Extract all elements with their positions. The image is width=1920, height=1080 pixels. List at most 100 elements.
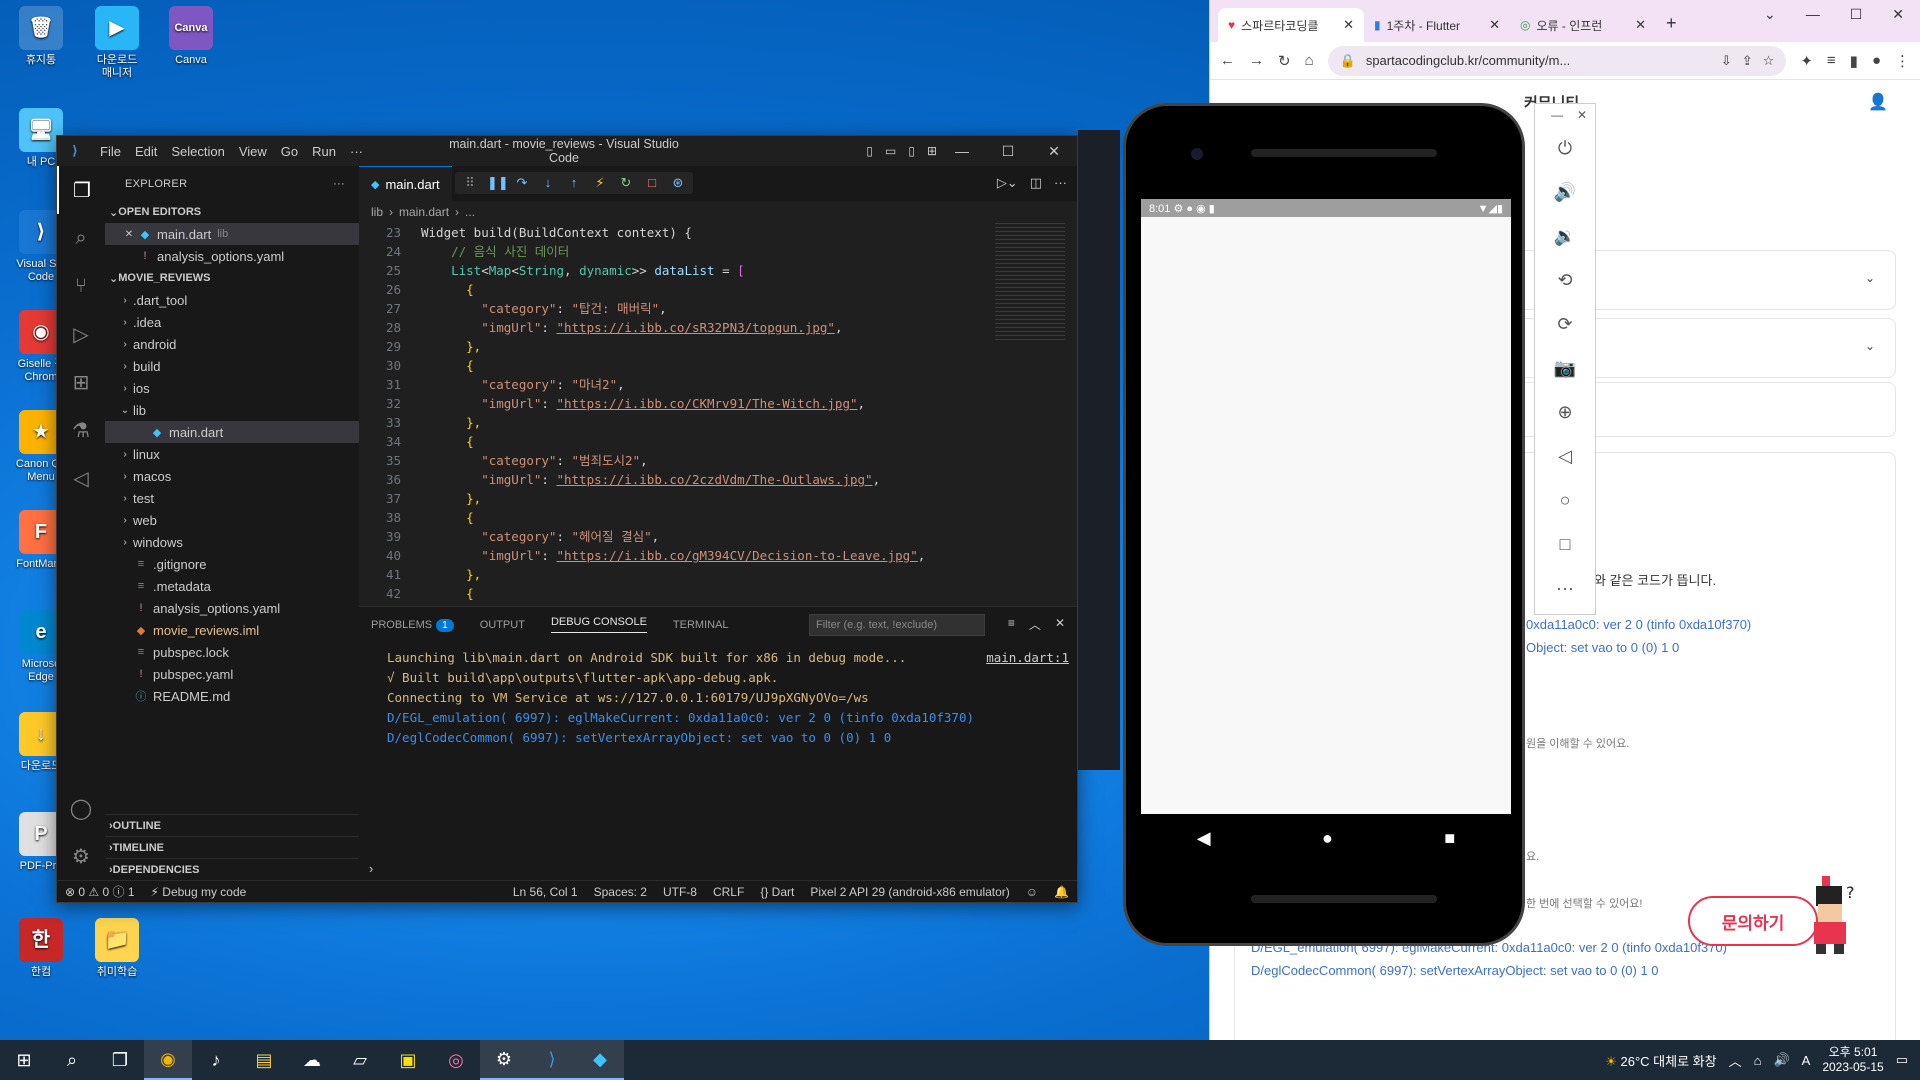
back-icon[interactable]: ◁ <box>1535 434 1595 478</box>
toggle-sidebar-icon[interactable]: ▯ <box>866 144 873 158</box>
file-tree-item[interactable]: ◆ movie_reviews.iml <box>105 619 359 641</box>
ime-indicator[interactable]: A <box>1802 1053 1811 1068</box>
customize-layout-icon[interactable]: ⊞ <box>927 144 937 158</box>
source-control-icon[interactable]: ⑂ <box>57 262 105 310</box>
back-icon[interactable]: ← <box>1220 52 1235 69</box>
open-editor-item[interactable]: ✕ ◆ main.dart lib <box>105 223 359 245</box>
flutter-icon[interactable]: ◁ <box>57 454 105 502</box>
panel-tab-problems[interactable]: PROBLEMS 1 <box>371 618 454 632</box>
flutter-app-icon[interactable]: ◆ <box>576 1040 624 1080</box>
tab-close-icon[interactable]: ✕ <box>1635 17 1646 33</box>
desktop-icon[interactable]: Canva Canva <box>154 6 228 67</box>
extensions-icon[interactable]: ✦ <box>1800 52 1813 70</box>
tray-expand-icon[interactable]: ︿ <box>1729 1051 1742 1070</box>
file-tree-item[interactable]: ⓘ README.md <box>105 685 359 707</box>
more-icon[interactable]: ··· <box>1054 175 1067 191</box>
emulator-close-button[interactable]: ✕ <box>1577 108 1587 122</box>
side-panel-icon[interactable]: ▮ <box>1850 52 1858 70</box>
run-debug-icon[interactable]: ▷ <box>57 310 105 358</box>
task-view-icon[interactable]: ❐ <box>96 1040 144 1080</box>
more-actions-icon[interactable]: ··· <box>333 178 345 190</box>
status-problems[interactable]: ⊗ 0 ⚠ 0 ⓘ 1 <box>57 883 143 900</box>
reading-list-icon[interactable]: ≡ <box>1827 52 1836 69</box>
emulator-minimize-button[interactable]: — <box>1551 108 1563 122</box>
back-icon[interactable]: ◀ <box>1197 828 1211 849</box>
toggle-panel-icon[interactable]: ▭ <box>885 144 896 158</box>
profile-avatar[interactable]: ● <box>1872 52 1881 69</box>
status-device[interactable]: Pixel 2 API 29 (android-x86 emulator) <box>802 885 1017 899</box>
app-taskbar-icon[interactable]: ☁ <box>288 1040 336 1080</box>
address-bar[interactable]: 🔒 spartacodingclub.kr/community/m... ⇩ ⇪… <box>1327 45 1787 76</box>
overview-icon[interactable]: □ <box>1535 522 1595 566</box>
project-section[interactable]: ⌄ MOVIE_REVIEWS <box>105 267 359 289</box>
phone-screen[interactable]: 8:01 ⚙ ● ◉ ▮ ▼◢▮ <box>1141 199 1511 814</box>
chrome-taskbar-icon[interactable]: ◉ <box>144 1040 192 1080</box>
volume-down-icon[interactable]: 🔉 <box>1535 214 1595 258</box>
music-taskbar-icon[interactable]: ♪ <box>192 1040 240 1080</box>
pause-icon[interactable]: ❚❚ <box>487 175 509 191</box>
file-tree-item[interactable]: › web <box>105 509 359 531</box>
file-tree-item[interactable]: › test <box>105 487 359 509</box>
clock[interactable]: 오후 5:01 2023-05-15 <box>1822 1045 1883 1075</box>
weather-widget[interactable]: ☀ 26°C 대체로 화창 <box>1605 1051 1716 1070</box>
notification-center-icon[interactable]: ▭ <box>1896 1052 1908 1068</box>
kakaotalk-icon[interactable]: ▣ <box>384 1040 432 1080</box>
android-studio-icon[interactable]: ⚙ <box>480 1040 528 1080</box>
section-timeline[interactable]: › TIMELINE <box>105 836 359 858</box>
console-prompt-icon[interactable]: › <box>369 861 373 876</box>
recents-icon[interactable]: ■ <box>1444 828 1455 849</box>
panel-tab-terminal[interactable]: TERMINAL <box>673 619 729 631</box>
extensions-icon[interactable]: ⊞ <box>57 358 105 406</box>
chrome-minimize-button[interactable]: — <box>1806 6 1820 23</box>
volume-icon[interactable]: 🔊 <box>1773 1052 1789 1068</box>
user-icon[interactable]: 👤 <box>1868 92 1888 112</box>
file-tree-item[interactable]: › android <box>105 333 359 355</box>
rotate-left-icon[interactable]: ⟲ <box>1535 258 1595 302</box>
menu-item-edit[interactable]: Edit <box>128 144 164 159</box>
minimap[interactable] <box>995 223 1065 343</box>
menu-item-[interactable]: ··· <box>343 144 370 159</box>
menu-item-run[interactable]: Run <box>305 144 343 159</box>
explorer-icon[interactable]: ❐ <box>57 166 105 214</box>
maximize-button[interactable]: ☐ <box>985 143 1031 160</box>
manage-gear-icon[interactable]: ⚙ <box>57 832 105 880</box>
chrome-close-button[interactable]: ✕ <box>1892 6 1904 23</box>
file-tree-item[interactable]: ! analysis_options.yaml <box>105 597 359 619</box>
testing-icon[interactable]: ⚗ <box>57 406 105 454</box>
file-tree-item[interactable]: ≡ .metadata <box>105 575 359 597</box>
reload-icon[interactable]: ↻ <box>1278 52 1291 70</box>
breadcrumb-item[interactable]: ... <box>465 205 475 219</box>
search-icon[interactable]: ⌕ <box>57 214 105 262</box>
step-over-icon[interactable]: ↷ <box>513 175 531 191</box>
status-eol[interactable]: CRLF <box>705 885 752 899</box>
chrome-menu-icon[interactable]: ⋮ <box>1895 52 1910 70</box>
status-debug[interactable]: ⚡ Debug my code <box>143 885 255 899</box>
status-encoding[interactable]: UTF-8 <box>655 885 705 899</box>
status-position[interactable]: Ln 56, Col 1 <box>505 885 586 899</box>
camera-app-icon[interactable]: ◎ <box>432 1040 480 1080</box>
desktop-icon[interactable]: ▶ 다운로드 매니저 <box>80 6 154 80</box>
file-tree-item[interactable]: ◆ main.dart <box>105 421 359 443</box>
forward-icon[interactable]: → <box>1249 52 1264 69</box>
chrome-tab[interactable]: ▮ 1주차 - Flutter ✕ <box>1364 8 1510 42</box>
file-tree-item[interactable]: › build <box>105 355 359 377</box>
tab-close-icon[interactable]: ✕ <box>1489 17 1500 33</box>
notes-taskbar-icon[interactable]: ▱ <box>336 1040 384 1080</box>
file-tree-item[interactable]: ≡ .gitignore <box>105 553 359 575</box>
accounts-icon[interactable]: ◯ <box>57 784 105 832</box>
home-icon[interactable]: ⌂ <box>1305 52 1314 69</box>
filter-input[interactable]: Filter (e.g. text, !exclude) <box>809 614 985 636</box>
menu-item-file[interactable]: File <box>93 144 128 159</box>
chrome-tab[interactable]: ♥ 스파르타코딩클 ✕ <box>1218 8 1364 42</box>
open-editor-item[interactable]: ! analysis_options.yaml <box>105 245 359 267</box>
menu-item-selection[interactable]: Selection <box>164 144 231 159</box>
bookmark-star-icon[interactable]: ☆ <box>1763 53 1775 69</box>
section-outline[interactable]: › OUTLINE <box>105 814 359 836</box>
chrome-maximize-button[interactable]: ☐ <box>1850 6 1863 23</box>
new-tab-button[interactable]: + <box>1656 13 1687 42</box>
status-language[interactable]: {} Dart <box>752 885 802 899</box>
home-icon[interactable]: ○ <box>1535 478 1595 522</box>
file-tree-item[interactable]: › linux <box>105 443 359 465</box>
vscode-taskbar-icon[interactable]: ⟩ <box>528 1040 576 1080</box>
feedback-icon[interactable]: ☺ <box>1018 885 1046 899</box>
